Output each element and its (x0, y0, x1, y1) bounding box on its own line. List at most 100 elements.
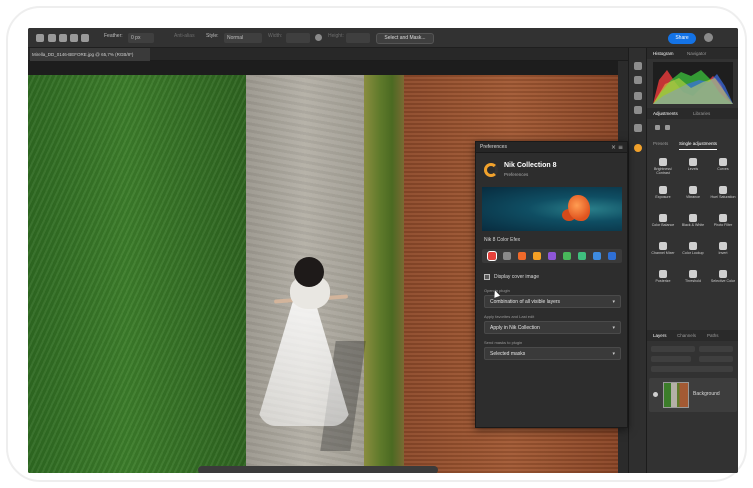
tab-channels[interactable]: Channels (677, 330, 696, 341)
adj-exposure[interactable]: Exposure (649, 184, 677, 212)
feather-input[interactable]: 0 px (128, 33, 154, 43)
blend-mode-dropdown[interactable] (651, 356, 691, 362)
open-in-plugin-select[interactable]: Combination of all visible layers ▾ (484, 295, 621, 308)
document-tab[interactable]: Mirella_DD_0146-BEFORE.jpg @ 65,7% (RGB/… (30, 48, 150, 61)
adj-selective-color[interactable]: Selective Color (709, 268, 737, 296)
contextual-taskbar[interactable] (198, 466, 438, 473)
product-swatch[interactable] (608, 252, 616, 260)
lock-row[interactable] (651, 366, 733, 372)
history-icon[interactable] (634, 62, 642, 70)
tab-single-adjustments[interactable]: Single adjustments (679, 138, 718, 150)
add-selection-icon[interactable] (59, 34, 67, 42)
adj-color-lookup[interactable]: Color Lookup (679, 240, 707, 268)
tab-layers[interactable]: Layers (653, 330, 667, 341)
product-swatch[interactable] (563, 252, 571, 260)
product-swatch[interactable] (578, 252, 586, 260)
invert-icon (719, 242, 727, 250)
apply-favorites-select[interactable]: Apply in Nik Collection ▾ (484, 321, 621, 334)
posterize-icon (659, 270, 667, 278)
send-masks-label: Send masks to plugin (484, 340, 523, 345)
adj-hue-saturation[interactable]: Hue/ Saturation (709, 184, 737, 212)
layer-thumbnail (663, 382, 689, 408)
adj-color-balance[interactable]: Color Balance (649, 212, 677, 240)
apply-favorites-label: Apply favorites and Last edit (484, 314, 535, 319)
product-swatch[interactable] (593, 252, 601, 260)
dialog-title: Preferences (480, 144, 507, 150)
play-icon[interactable] (634, 76, 642, 84)
panel-icon-strip (628, 48, 646, 473)
selective-color-icon (719, 270, 727, 278)
adj-curves[interactable]: Curves (709, 156, 737, 184)
adj-invert[interactable]: Invert (709, 240, 737, 268)
product-title: Nik Collection 8 (504, 162, 557, 169)
new-selection-icon[interactable] (48, 34, 56, 42)
eye-icon[interactable] (653, 392, 658, 397)
adj-black-white[interactable]: Black & White (679, 212, 707, 240)
dialog-titlebar: Preferences × ≡ (476, 142, 627, 153)
style-dropdown[interactable]: Normal (224, 33, 262, 43)
exposure-icon (659, 186, 667, 194)
black-white-icon (689, 214, 697, 222)
product-swatch[interactable] (533, 252, 541, 260)
adj-brightness-contrast[interactable]: Brightness/ Contrast (649, 156, 677, 184)
tab-adjustments[interactable]: Adjustments (653, 108, 678, 119)
photoshop-window: Feather: 0 px Anti-alias Style: Normal W… (28, 28, 738, 473)
nik-logo-icon (484, 163, 498, 177)
height-input[interactable] (346, 33, 370, 43)
adj-threshold[interactable]: Threshold (679, 268, 707, 296)
product-swatch[interactable] (487, 251, 497, 261)
product-swatch[interactable] (503, 252, 511, 260)
layer-name: Background (693, 391, 720, 397)
swap-icon[interactable] (315, 34, 322, 41)
tab-paths[interactable]: Paths (707, 330, 719, 341)
layer-row-background[interactable]: Background (649, 378, 737, 412)
tab-histogram[interactable]: Histogram (653, 48, 674, 59)
chevron-down-icon: ▾ (612, 351, 615, 357)
chevron-down-icon: ▾ (612, 299, 615, 305)
document-tab-bar: Mirella_DD_0146-BEFORE.jpg @ 65,7% (RGB/… (28, 48, 628, 61)
adj-levels[interactable]: Levels (679, 156, 707, 184)
adj-photo-filter[interactable]: Photo Filter (709, 212, 737, 240)
select-and-mask-button[interactable]: Select and Mask... (376, 33, 434, 44)
adjustment-mode-tabs: Presets Single adjustments (647, 138, 738, 150)
adj-posterize[interactable]: Posterize (649, 268, 677, 296)
histogram-curves (653, 70, 733, 104)
tab-libraries[interactable]: Libraries (693, 108, 710, 119)
width-input[interactable] (286, 33, 310, 43)
antialias-checkbox[interactable]: Anti-alias (174, 33, 195, 39)
view-icon[interactable] (665, 125, 670, 130)
layer-kind-filter[interactable] (651, 346, 695, 352)
layers-tabs: Layers Channels Paths (647, 330, 738, 341)
tab-navigator[interactable]: Navigator (687, 48, 706, 59)
close-icon[interactable]: × ≡ (611, 142, 623, 153)
adj-vibrance[interactable]: Vibrance (679, 184, 707, 212)
nik-preferences-dialog: Preferences × ≡ Nik Collection 8 Prefere… (475, 141, 628, 428)
settings-icon[interactable] (704, 33, 713, 42)
subtract-selection-icon[interactable] (70, 34, 78, 42)
tab-presets[interactable]: Presets (653, 138, 668, 149)
curves-icon (719, 158, 727, 166)
style-label: Style: (206, 33, 219, 39)
layer-filter-icons[interactable] (699, 346, 733, 352)
info-icon[interactable] (634, 106, 642, 114)
properties-icon[interactable] (634, 124, 642, 132)
marquee-tool-icon[interactable] (36, 34, 44, 42)
display-cover-checkbox[interactable] (484, 274, 490, 280)
share-button[interactable]: Share (668, 33, 696, 44)
threshold-icon (689, 270, 697, 278)
color-lookup-icon (689, 242, 697, 250)
expand-icon[interactable] (655, 125, 660, 130)
send-masks-select[interactable]: Selected masks ▾ (484, 347, 621, 360)
photo-grass (28, 75, 246, 473)
brush-panel-icon[interactable] (634, 92, 642, 100)
nik-plugin-icon[interactable] (634, 144, 642, 152)
intersect-selection-icon[interactable] (81, 34, 89, 42)
opacity-field[interactable] (699, 356, 733, 362)
photo-filter-icon (719, 214, 727, 222)
histogram-graph (653, 62, 733, 104)
adj-channel-mixer[interactable]: Channel Mixer (649, 240, 677, 268)
product-swatch[interactable] (548, 252, 556, 260)
hue-saturation-icon (719, 186, 727, 194)
histogram-tabs: Histogram Navigator (647, 48, 738, 59)
product-swatch[interactable] (518, 252, 526, 260)
